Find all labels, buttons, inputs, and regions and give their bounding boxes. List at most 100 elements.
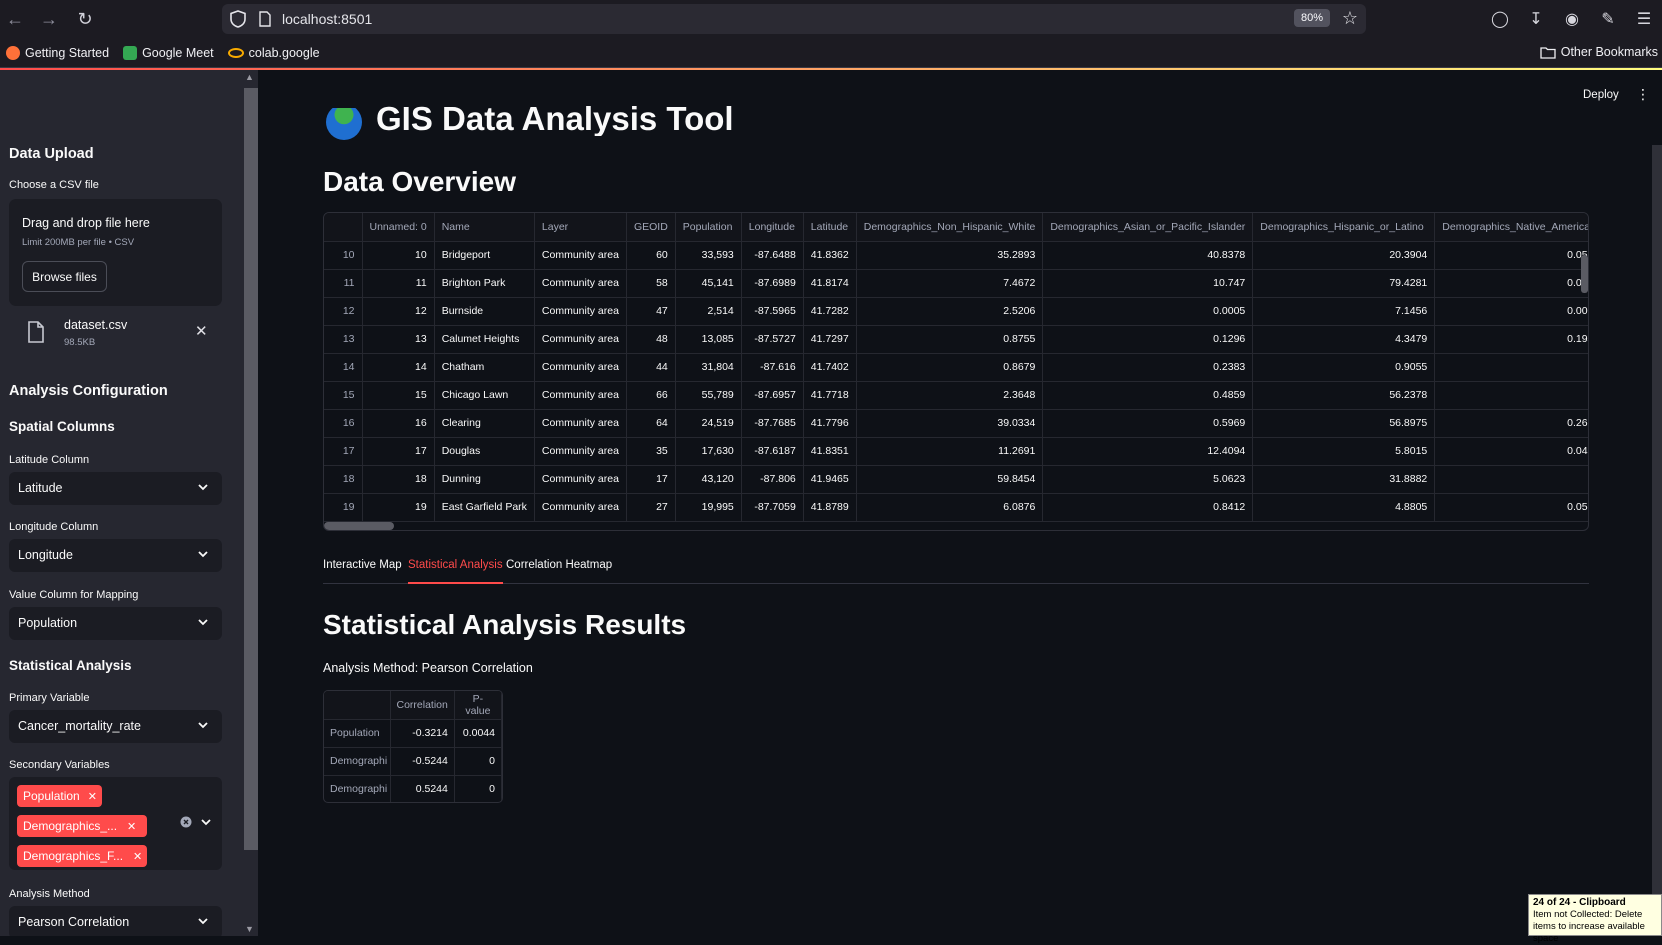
table-cell[interactable]: 17: [362, 437, 435, 466]
tab-interactive-map[interactable]: Interactive Map: [323, 559, 402, 584]
table-vertical-scrollbar[interactable]: [1581, 255, 1588, 293]
table-cell[interactable]: 41.8789: [803, 493, 857, 522]
longitude-select[interactable]: Longitude: [9, 539, 222, 572]
row-index[interactable]: 14: [324, 353, 363, 382]
table-cell[interactable]: 0.0597: [1434, 241, 1588, 270]
other-bookmarks[interactable]: Other Bookmarks: [1540, 45, 1658, 59]
table-cell[interactable]: 0: [454, 775, 502, 802]
table-cell[interactable]: Burnside: [434, 297, 535, 326]
table-cell[interactable]: Community area: [534, 465, 627, 494]
row-index[interactable]: 13: [324, 325, 363, 354]
column-header[interactable]: Layer: [534, 213, 627, 242]
table-cell[interactable]: Community area: [534, 493, 627, 522]
download-icon[interactable]: ↧: [1518, 9, 1554, 29]
table-cell[interactable]: 0.8755: [856, 325, 1044, 354]
row-index[interactable]: 18: [324, 465, 363, 494]
table-cell[interactable]: 41.8362: [803, 241, 857, 270]
table-cell[interactable]: 0.0598: [1434, 493, 1588, 522]
back-icon[interactable]: ←: [0, 4, 30, 34]
tab-correlation-heatmap[interactable]: Correlation Heatmap: [506, 559, 612, 584]
row-index[interactable]: 16: [324, 409, 363, 438]
table-cell[interactable]: 0.8679: [856, 353, 1044, 382]
deploy-button[interactable]: Deploy: [1583, 89, 1619, 101]
tab-statistical-analysis[interactable]: Statistical Analysis: [408, 559, 503, 584]
table-cell[interactable]: 0: [454, 747, 502, 776]
table-cell[interactable]: 41.7297: [803, 325, 857, 354]
primary-variable-select[interactable]: Cancer_mortality_rate: [9, 710, 222, 743]
table-cell[interactable]: 27: [626, 493, 676, 522]
table-cell[interactable]: Douglas: [434, 437, 535, 466]
table-cell[interactable]: Community area: [534, 381, 627, 410]
table-cell[interactable]: 33,593: [675, 241, 742, 270]
table-cell[interactable]: 0.9055: [1252, 353, 1436, 382]
more-options-icon[interactable]: ⋮: [1636, 86, 1650, 103]
table-cell[interactable]: 58: [626, 269, 676, 298]
table-cell[interactable]: 79.4281: [1252, 269, 1436, 298]
table-cell[interactable]: -87.7059: [741, 493, 804, 522]
menu-icon[interactable]: ☰: [1626, 9, 1662, 29]
browse-files-button[interactable]: Browse files: [22, 261, 107, 292]
table-cell[interactable]: 0.5969: [1042, 409, 1254, 438]
table-cell[interactable]: 14: [362, 353, 435, 382]
chip-remove-icon[interactable]: ✕: [133, 850, 142, 863]
table-cell[interactable]: Community area: [534, 241, 627, 270]
account-icon[interactable]: ◉: [1554, 9, 1590, 29]
table-cell[interactable]: 13,085: [675, 325, 742, 354]
table-cell[interactable]: 43,120: [675, 465, 742, 494]
table-cell[interactable]: 41.7402: [803, 353, 857, 382]
table-cell[interactable]: 0.0416: [1434, 437, 1588, 466]
table-cell[interactable]: 0.1296: [1042, 325, 1254, 354]
table-horizontal-scrollbar[interactable]: [324, 522, 394, 530]
table-cell[interactable]: Community area: [534, 269, 627, 298]
table-cell[interactable]: 0: [1434, 353, 1588, 382]
table-cell[interactable]: 56.2378: [1252, 381, 1436, 410]
table-cell[interactable]: Clearing: [434, 409, 535, 438]
table-cell[interactable]: Community area: [534, 437, 627, 466]
table-cell[interactable]: 24,519: [675, 409, 742, 438]
table-cell[interactable]: 0.4859: [1042, 381, 1254, 410]
table-cell[interactable]: 19: [362, 493, 435, 522]
table-cell[interactable]: 17,630: [675, 437, 742, 466]
column-header[interactable]: Demographics_Asian_or_Pacific_Islander: [1042, 213, 1254, 242]
table-cell[interactable]: 15: [362, 381, 435, 410]
table-cell[interactable]: 5.0623: [1042, 465, 1254, 494]
extensions-icon[interactable]: ✎: [1590, 9, 1626, 29]
row-index[interactable]: 12: [324, 297, 363, 326]
table-cell[interactable]: 66: [626, 381, 676, 410]
table-cell[interactable]: 60: [626, 241, 676, 270]
column-header[interactable]: Name: [434, 213, 535, 242]
table-cell[interactable]: 12.4094: [1042, 437, 1254, 466]
table-cell[interactable]: 4.3479: [1252, 325, 1436, 354]
chip-remove-icon[interactable]: ✕: [127, 820, 136, 833]
table-cell[interactable]: 20.3904: [1252, 241, 1436, 270]
forward-icon[interactable]: →: [34, 4, 64, 34]
table-cell[interactable]: -87.6187: [741, 437, 804, 466]
url-text[interactable]: localhost:8501: [282, 11, 372, 27]
reload-icon[interactable]: ↻: [70, 4, 100, 34]
table-cell[interactable]: 41.9465: [803, 465, 857, 494]
table-cell[interactable]: 13: [362, 325, 435, 354]
column-header[interactable]: GEOID: [626, 213, 676, 242]
clipboard-notification[interactable]: 24 of 24 - Clipboard Item not Collected:…: [1528, 894, 1662, 944]
table-cell[interactable]: Chicago Lawn: [434, 381, 535, 410]
table-cell[interactable]: 48: [626, 325, 676, 354]
table-cell[interactable]: Chatham: [434, 353, 535, 382]
table-cell[interactable]: 55,789: [675, 381, 742, 410]
row-label[interactable]: Population: [324, 719, 391, 748]
zoom-level[interactable]: 80%: [1293, 9, 1330, 27]
column-header[interactable]: Unnamed: 0: [362, 213, 435, 242]
table-cell[interactable]: 31,804: [675, 353, 742, 382]
column-header[interactable]: Demographics_Hispanic_or_Latino: [1252, 213, 1436, 242]
column-header[interactable]: Longitude: [741, 213, 804, 242]
row-index[interactable]: 11: [324, 269, 363, 298]
table-cell[interactable]: -87.806: [741, 465, 804, 494]
table-cell[interactable]: 35: [626, 437, 676, 466]
table-cell[interactable]: Brighton Park: [434, 269, 535, 298]
analysis-method-select[interactable]: Pearson Correlation: [9, 906, 222, 936]
table-cell[interactable]: 0.0694: [1434, 269, 1588, 298]
table-cell[interactable]: 10: [362, 241, 435, 270]
table-cell[interactable]: 31.8882: [1252, 465, 1436, 494]
table-cell[interactable]: -87.6488: [741, 241, 804, 270]
table-cell[interactable]: Calumet Heights: [434, 325, 535, 354]
table-cell[interactable]: 6.0876: [856, 493, 1044, 522]
